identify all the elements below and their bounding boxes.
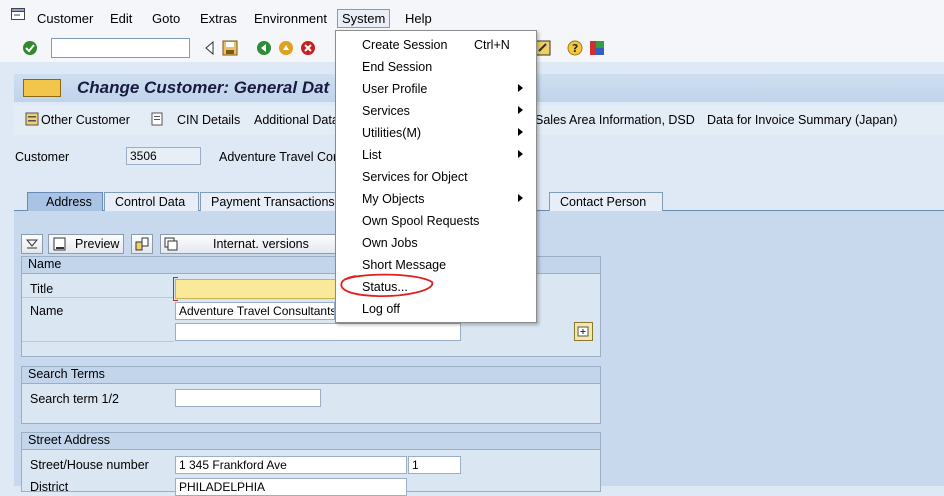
sales-area-info-button[interactable]: Sales Area Information, DSD: [535, 113, 695, 127]
menu-item-user-profile[interactable]: User Profile: [362, 82, 427, 96]
other-customer-button[interactable]: Other Customer: [41, 113, 130, 127]
sap-window-icon[interactable]: [11, 8, 25, 20]
menu-item-own-spool-requests[interactable]: Own Spool Requests: [362, 214, 479, 228]
search-terms-group: Search Terms Search term 1/2: [21, 366, 601, 424]
title-field[interactable]: [175, 279, 338, 299]
tab-contact-person[interactable]: Contact Person: [549, 192, 663, 211]
customer-label: Customer: [15, 150, 70, 164]
customize-layout-icon[interactable]: [589, 40, 605, 56]
name-2-field[interactable]: [175, 323, 461, 341]
divider: [22, 341, 174, 342]
menu-item-services[interactable]: Services: [362, 104, 410, 118]
menu-item-own-jobs[interactable]: Own Jobs: [362, 236, 418, 250]
preview-button[interactable]: Preview: [48, 234, 124, 254]
name-field[interactable]: Adventure Travel Consultants: [175, 302, 335, 320]
internat-versions-button[interactable]: Internat. versions: [160, 234, 336, 254]
menu-environment[interactable]: Environment: [254, 11, 327, 26]
menu-help[interactable]: Help: [405, 11, 432, 26]
menu-extras[interactable]: Extras: [200, 11, 237, 26]
layout-icon[interactable]: [535, 40, 551, 56]
street-address-group: Street Address Street/House number 1 345…: [21, 432, 601, 496]
cin-details-icon: [150, 112, 164, 126]
menu-edit[interactable]: Edit: [110, 11, 132, 26]
street-label: Street/House number: [30, 458, 149, 472]
tab-payment-transactions[interactable]: Payment Transactions: [200, 192, 340, 211]
district-label: District: [30, 480, 69, 494]
menu-item-utilities[interactable]: Utilities(M): [362, 126, 421, 140]
district-field[interactable]: PHILADELPHIA: [175, 478, 407, 496]
preview-label: Preview: [75, 237, 120, 251]
street-address-header: Street Address: [22, 433, 600, 450]
other-customer-icon: [25, 112, 39, 126]
internat-versions-label: Internat. versions: [213, 237, 309, 251]
exit-icon[interactable]: [278, 40, 294, 56]
detail-button[interactable]: [131, 234, 153, 254]
submenu-arrow-icon: [518, 84, 523, 92]
menu-item-log-off[interactable]: Log off: [362, 302, 400, 316]
save-icon[interactable]: [222, 40, 238, 56]
menu-item-list[interactable]: List: [362, 148, 381, 162]
expand-icon: [24, 236, 40, 255]
expand-button[interactable]: [21, 234, 43, 254]
menu-item-my-objects[interactable]: My Objects: [362, 192, 425, 206]
menu-goto[interactable]: Goto: [152, 11, 180, 26]
enter-check-icon[interactable]: [22, 40, 38, 56]
menu-system[interactable]: System: [337, 9, 391, 28]
tab-address[interactable]: Address: [27, 192, 103, 211]
back-triangle-icon[interactable]: [202, 40, 218, 56]
help-icon[interactable]: ?: [567, 40, 583, 56]
menu-item-end-session[interactable]: End Session: [362, 60, 432, 74]
search-term-label: Search term 1/2: [30, 392, 119, 406]
menu-item-create-session[interactable]: Create Session: [362, 38, 447, 52]
back-icon[interactable]: [256, 40, 272, 56]
search-term-field[interactable]: [175, 389, 321, 407]
submenu-arrow-icon: [518, 106, 523, 114]
command-field[interactable]: [51, 38, 190, 58]
more-names-icon[interactable]: [574, 322, 593, 341]
street-field[interactable]: 1 345 Frankford Ave: [175, 456, 407, 474]
submenu-arrow-icon: [518, 194, 523, 202]
svg-text:?: ?: [572, 42, 578, 55]
menu-customer[interactable]: Customer: [37, 11, 93, 26]
cancel-icon[interactable]: [300, 40, 316, 56]
preview-icon: [53, 237, 67, 254]
submenu-arrow-icon: [518, 128, 523, 136]
house-number-field[interactable]: 1: [408, 456, 461, 474]
cin-details-button[interactable]: CIN Details: [177, 113, 240, 127]
detail-icon: [135, 237, 149, 254]
menu-item-services-for-object[interactable]: Services for Object: [362, 170, 468, 184]
create-session-shortcut: Ctrl+N: [474, 38, 510, 52]
additional-data-button[interactable]: Additional Data: [254, 113, 339, 127]
multiple-selection-icon: [164, 237, 178, 254]
customer-name-text: Adventure Travel Con: [219, 150, 335, 164]
focus-marker: [173, 277, 178, 301]
invoice-summary-button[interactable]: Data for Invoice Summary (Japan): [707, 113, 897, 127]
page-title: Change Customer: General Dat: [77, 78, 330, 97]
tab-control-data[interactable]: Control Data: [104, 192, 199, 211]
name-label: Name: [30, 304, 64, 318]
title-label: Title: [30, 282, 54, 296]
submenu-arrow-icon: [518, 150, 523, 158]
customer-number-field[interactable]: 3506: [126, 147, 201, 165]
annotation-circle: [340, 273, 434, 297]
menu-display-icon[interactable]: [23, 79, 61, 97]
search-terms-header: Search Terms: [22, 367, 600, 384]
